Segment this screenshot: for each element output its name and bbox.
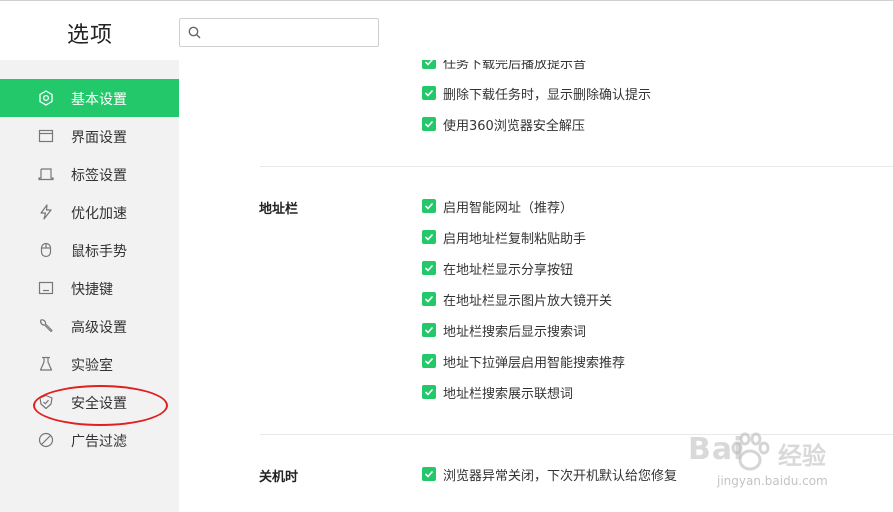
checkbox[interactable] [422,86,436,100]
sidebar-item-advanced-settings[interactable]: 高级设置 [0,307,179,345]
wrench-icon [40,319,53,333]
sidebar-item-label: 基本设置 [71,92,127,108]
option-label: 地址下拉弹层启用智能搜索推荐 [443,356,626,371]
checkbox[interactable] [422,292,436,306]
sidebar-item-ad-filter[interactable]: 广告过滤 [0,421,179,459]
option-label: 启用智能网址（推荐） [443,201,574,216]
watermark-url: jingyan.baidu.com [717,474,828,488]
lightning-icon [40,204,52,220]
checkbox[interactable] [422,354,436,368]
sidebar-item-shortcuts[interactable]: 快捷键 [0,269,179,307]
sidebar-item-tab-settings[interactable]: 标签设置 [0,155,179,193]
checkbox[interactable] [422,261,436,275]
sidebar-item-label: 优化加速 [71,206,127,222]
watermark-cn: 经验 [778,442,826,470]
section-divider [260,434,893,435]
sidebar-item-label: 标签设置 [71,168,127,184]
section-divider [260,166,893,167]
checkbox[interactable] [422,60,436,69]
flask-icon [39,356,53,371]
sidebar-item-label: 快捷键 [71,282,113,298]
option-label: 地址栏搜索后显示搜索词 [443,325,587,340]
section-title-shutdown: 关机时 [259,470,299,485]
window-icon [38,129,54,143]
option-label: 浏览器异常关闭，下次开机默认给您修复 [443,469,678,484]
search-icon [188,26,201,39]
paw-icon [731,432,770,471]
page-title: 选项 [67,23,114,48]
search-box[interactable] [179,18,379,47]
checkbox[interactable] [422,117,436,131]
highlight-circle [33,385,168,426]
sidebar-item-label: 实验室 [71,358,113,374]
search-input[interactable] [208,22,372,44]
sidebar-item-mouse-gesture[interactable]: 鼠标手势 [0,231,179,269]
sidebar-item-label: 鼠标手势 [71,244,127,260]
block-icon [38,432,54,448]
sidebar-item-optimize[interactable]: 优化加速 [0,193,179,231]
sidebar: 基本设置 界面设置 标签设置 优化加速 鼠标手势 快捷键 高级设置 实验室 安全… [0,60,179,512]
option-label: 地址栏搜索展示联想词 [443,387,574,402]
sidebar-item-basic-settings[interactable]: 基本设置 [0,79,179,117]
option-label: 任务下载完后播放提示音 [443,60,587,72]
sidebar-item-lab[interactable]: 实验室 [0,345,179,383]
sidebar-item-label: 广告过滤 [71,434,127,450]
sidebar-item-label: 高级设置 [71,320,127,336]
sidebar-item-label: 界面设置 [71,130,127,146]
checkbox[interactable] [422,230,436,244]
option-label: 启用地址栏复制粘贴助手 [443,232,587,247]
checkbox[interactable] [422,385,436,399]
option-label: 在地址栏显示分享按钮 [443,263,574,278]
checkbox[interactable] [422,467,436,481]
header: 选项 [0,1,893,60]
checkbox[interactable] [422,323,436,337]
option-label: 删除下载任务时，显示删除确认提示 [443,88,652,103]
option-label: 在地址栏显示图片放大镜开关 [443,294,613,309]
option-label: 使用360浏览器安全解压 [443,119,585,134]
checkbox[interactable] [422,199,436,213]
mouse-icon [40,242,52,258]
section-title-address-bar: 地址栏 [259,202,299,217]
keyboard-icon [38,281,54,295]
sidebar-item-interface-settings[interactable]: 界面设置 [0,117,179,155]
gear-icon [39,90,53,106]
tab-icon [38,168,54,181]
